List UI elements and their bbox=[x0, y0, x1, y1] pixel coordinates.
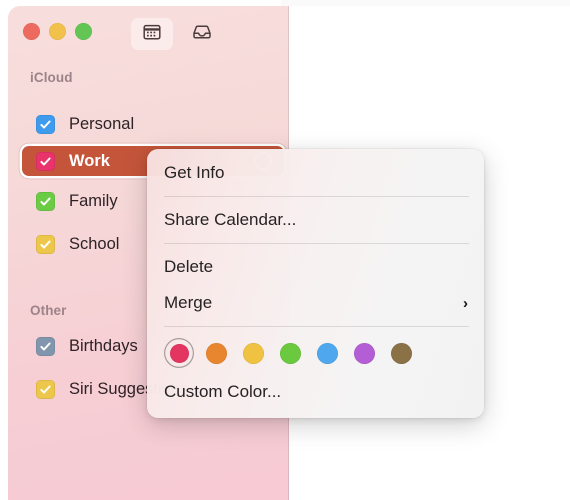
swatch-dot bbox=[316, 342, 338, 364]
sidebar-toolbar bbox=[131, 18, 223, 50]
checkmark-icon bbox=[40, 197, 51, 205]
menu-item-label: Get Info bbox=[164, 163, 225, 182]
close-button[interactable] bbox=[23, 23, 40, 40]
color-swatch-yellow[interactable] bbox=[238, 338, 268, 368]
inbox-icon bbox=[191, 22, 213, 47]
menu-item-delete[interactable]: Delete bbox=[147, 249, 484, 285]
calendar-view-button[interactable] bbox=[131, 18, 173, 50]
minimize-button[interactable] bbox=[49, 23, 66, 40]
swatch-dot bbox=[242, 342, 264, 364]
menu-item-label: Merge bbox=[164, 293, 213, 312]
swatch-dot bbox=[390, 342, 412, 364]
checkmark-icon bbox=[40, 240, 51, 248]
checkbox-work[interactable] bbox=[36, 151, 55, 171]
checkbox-birthdays[interactable] bbox=[36, 336, 55, 356]
checkmark-icon bbox=[40, 120, 51, 128]
checkbox-family[interactable] bbox=[36, 191, 55, 211]
sidebar-section-title-other: Other bbox=[30, 303, 67, 318]
menu-separator bbox=[164, 196, 469, 197]
menu-item-share-calendar[interactable]: Share Calendar... bbox=[147, 202, 484, 238]
checkmark-icon bbox=[40, 385, 51, 393]
checkbox-school[interactable] bbox=[36, 234, 55, 254]
menu-item-label: Delete bbox=[164, 257, 214, 276]
context-menu: Get Info Share Calendar... Delete Merge … bbox=[147, 149, 484, 418]
checkbox-siri-suggestions[interactable] bbox=[36, 379, 55, 399]
calendar-icon bbox=[142, 22, 162, 47]
menu-separator bbox=[164, 243, 469, 244]
menu-item-label: Share Calendar... bbox=[164, 210, 297, 229]
window-traffic-lights bbox=[23, 23, 92, 40]
sidebar-item-label: Work bbox=[69, 151, 110, 170]
swatch-dot bbox=[205, 342, 227, 364]
color-swatch-orange[interactable] bbox=[201, 338, 231, 368]
sidebar-item-personal[interactable]: Personal bbox=[22, 109, 284, 139]
swatch-dot bbox=[353, 342, 375, 364]
menu-item-label: Custom Color... bbox=[164, 382, 282, 401]
sidebar-item-label: Family bbox=[69, 191, 118, 210]
chevron-right-icon: › bbox=[463, 294, 468, 312]
color-swatch-blue[interactable] bbox=[312, 338, 342, 368]
checkbox-personal[interactable] bbox=[36, 114, 55, 134]
sidebar-item-label: School bbox=[69, 234, 120, 253]
maximize-button[interactable] bbox=[75, 23, 92, 40]
menu-separator bbox=[164, 326, 469, 327]
sidebar-item-label: Personal bbox=[69, 114, 135, 133]
sidebar-section-title-icloud: iCloud bbox=[30, 70, 73, 85]
color-swatch-red[interactable] bbox=[164, 338, 194, 368]
sidebar-item-label: Birthdays bbox=[69, 336, 138, 355]
calendar-app-screenshot: November bbox=[0, 0, 570, 500]
color-swatch-brown[interactable] bbox=[386, 338, 416, 368]
swatch-dot bbox=[169, 343, 189, 363]
menu-item-merge[interactable]: Merge › bbox=[147, 285, 484, 321]
color-swatch-purple[interactable] bbox=[349, 338, 379, 368]
swatch-dot bbox=[279, 342, 301, 364]
checkmark-icon bbox=[40, 342, 51, 350]
menu-item-get-info[interactable]: Get Info bbox=[147, 155, 484, 191]
color-swatch-row bbox=[147, 332, 484, 374]
color-swatch-green[interactable] bbox=[275, 338, 305, 368]
inbox-button[interactable] bbox=[181, 18, 223, 50]
checkmark-icon bbox=[40, 157, 51, 165]
menu-item-custom-color[interactable]: Custom Color... bbox=[147, 374, 484, 410]
